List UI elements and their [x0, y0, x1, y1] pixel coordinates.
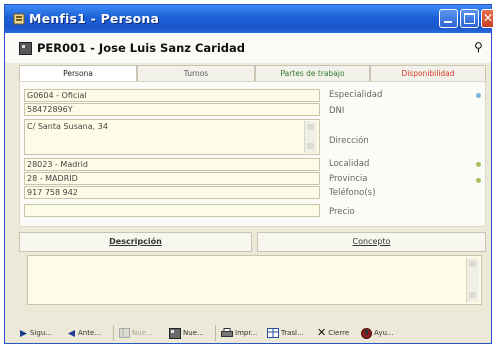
nuevo-disabled-label: Nue... [132, 329, 153, 337]
direccion-label: Dirección [329, 136, 369, 146]
especialidad-lookup-icon[interactable] [476, 93, 481, 98]
maximize-button[interactable] [460, 9, 479, 28]
provincia-field[interactable]: 28 - MADRID [24, 172, 320, 185]
provincia-label: Provincia [329, 174, 368, 184]
siguiente-button[interactable]: Sigu... [19, 322, 52, 344]
precio-label: Precio [329, 207, 355, 217]
precio-field[interactable] [24, 204, 320, 217]
toolbar-separator [215, 325, 216, 341]
nuevo-label: Nue... [183, 329, 204, 337]
telefono-label: Teléfono(s) [329, 188, 376, 198]
especialidad-field[interactable]: G0604 - Oficial [24, 89, 320, 102]
nuevo-disabled-button[interactable]: Nue... [119, 322, 153, 344]
tab-descripcion[interactable]: Descripción [19, 232, 252, 252]
scroll-up-icon[interactable] [307, 124, 314, 130]
title-bar[interactable]: Menfis1 - Persona ✕ [5, 5, 493, 33]
new-record-icon [169, 327, 181, 339]
imprimir-button[interactable]: Impr... [221, 322, 257, 344]
arrow-left-icon [68, 329, 75, 337]
ayuda-label: Ayu... [374, 329, 394, 337]
cierre-button[interactable]: ✕ Cierre [317, 322, 349, 344]
descripcion-scrollbar[interactable] [466, 258, 479, 302]
provincia-lookup-icon[interactable] [476, 178, 481, 183]
bottom-toolbar: Sigu... Ante... Nue... Nue... Impr... Tr… [19, 322, 494, 344]
toolbar-separator [113, 325, 114, 341]
localidad-label: Localidad [329, 159, 370, 169]
tab-concepto[interactable]: Concepto [257, 232, 486, 252]
imprimir-label: Impr... [235, 329, 258, 337]
persona-panel: G0604 - Oficial Especialidad 58472896Y D… [19, 81, 486, 227]
tab-partes-de-trabajo[interactable]: Partes de trabajo [255, 65, 370, 81]
detail-tabs: Descripción Concepto [19, 232, 486, 252]
minimize-button[interactable] [439, 9, 458, 28]
transfer-icon [267, 328, 279, 338]
tab-persona[interactable]: Persona [19, 65, 137, 81]
help-icon [361, 327, 372, 339]
record-header: PER001 - Jose Luis Sanz Caridad ⚲ [5, 33, 491, 63]
person-record-icon [19, 42, 32, 55]
dni-field[interactable]: 58472896Y [24, 103, 320, 116]
arrow-right-icon [20, 329, 27, 337]
tab-descripcion-label: Descripción [109, 237, 162, 246]
tab-concepto-label: Concepto [352, 237, 391, 246]
binoculars-icon[interactable]: ⚲ [474, 40, 483, 54]
main-tabs: Persona Turnos Partes de trabajo Disponi… [19, 65, 486, 81]
window-title: Menfis1 - Persona [29, 11, 160, 26]
anterior-label: Ante... [78, 329, 101, 337]
grid-icon [119, 328, 130, 338]
descripcion-textarea[interactable] [27, 255, 482, 305]
close-button[interactable]: ✕ [481, 9, 493, 28]
direccion-field[interactable]: C/ Santa Susana, 34 [24, 119, 320, 155]
cierre-label: Cierre [328, 329, 350, 337]
direccion-scrollbar[interactable] [304, 121, 317, 153]
traslado-label: Trasl... [281, 329, 304, 337]
app-window: Menfis1 - Persona ✕ PER001 - Jose Luis S… [4, 4, 494, 344]
dni-label: DNI [329, 106, 345, 116]
localidad-lookup-icon[interactable] [476, 162, 481, 167]
printer-icon [221, 328, 233, 337]
especialidad-label: Especialidad [329, 90, 383, 100]
ayuda-button[interactable]: Ayu... [361, 322, 394, 344]
telefono-field[interactable]: 917 758 942 [24, 186, 320, 199]
direccion-value: C/ Santa Susana, 34 [27, 122, 108, 131]
scroll-down-icon[interactable] [469, 292, 476, 298]
app-icon [13, 13, 25, 25]
traslado-button[interactable]: Trasl... [267, 322, 304, 344]
close-x-icon: ✕ [317, 326, 327, 339]
record-title: PER001 - Jose Luis Sanz Caridad [37, 41, 246, 55]
localidad-field[interactable]: 28023 - Madrid [24, 158, 320, 171]
close-icon: ✕ [483, 11, 494, 25]
anterior-button[interactable]: Ante... [67, 322, 101, 344]
tab-turnos[interactable]: Turnos [137, 65, 255, 81]
tab-disponibilidad[interactable]: Disponibilidad [370, 65, 486, 81]
scroll-down-icon[interactable] [307, 143, 314, 149]
siguiente-label: Sigu... [30, 329, 52, 337]
nuevo-button[interactable]: Nue... [169, 322, 204, 344]
scroll-up-icon[interactable] [469, 261, 476, 267]
